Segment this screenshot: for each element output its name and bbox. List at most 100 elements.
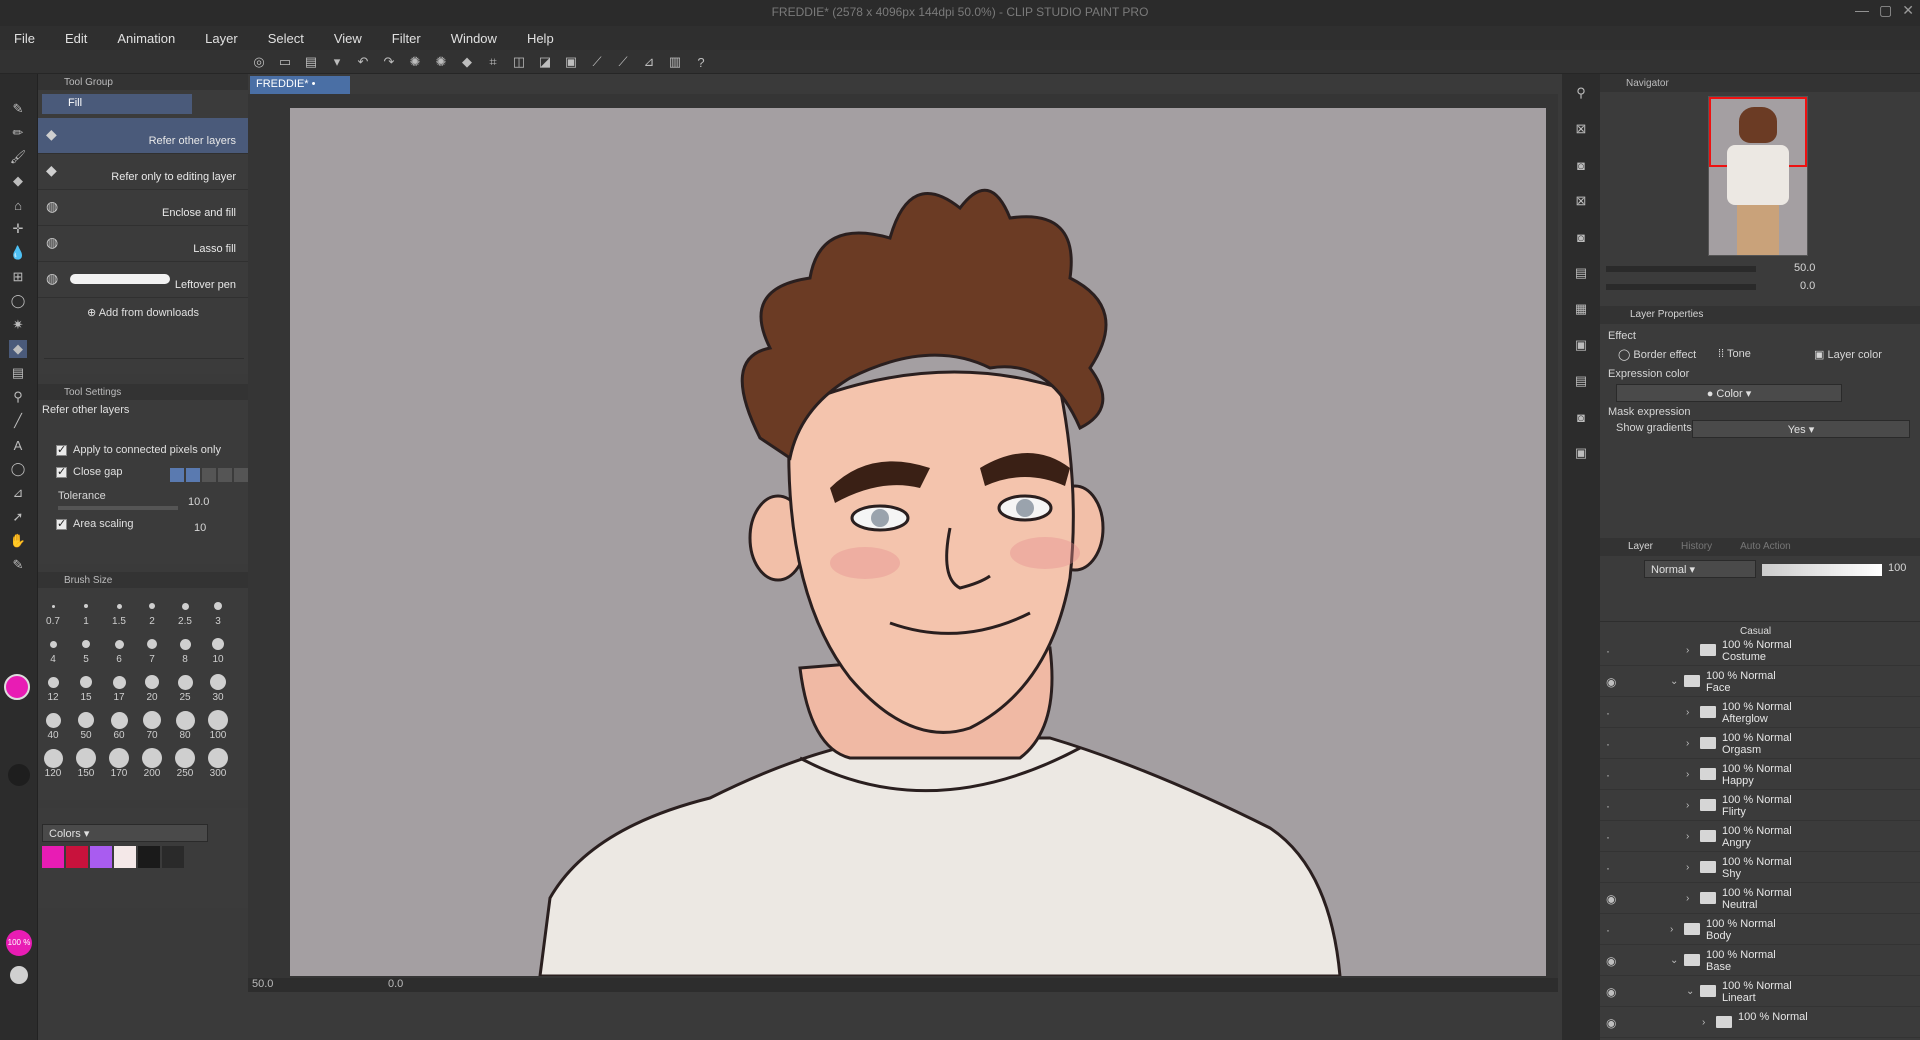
open-folder-icon[interactable]: ▤	[302, 53, 320, 71]
menu-layer[interactable]: Layer	[205, 31, 238, 46]
hand-icon[interactable]: ✋	[9, 532, 27, 550]
decoration-icon[interactable]: ⌂	[9, 196, 27, 214]
animation-cels-icon[interactable]: ▤	[1572, 264, 1590, 282]
subtool-refer-other-layers[interactable]: ◆ Refer other layers	[38, 118, 248, 154]
brush-size-preset[interactable]: 3	[203, 592, 233, 628]
menu-file[interactable]: File	[14, 31, 35, 46]
brush-size-preset[interactable]: 25	[170, 668, 200, 704]
area-scaling-value[interactable]: 10	[194, 522, 206, 534]
search-icon[interactable]: ⚲	[1572, 84, 1590, 102]
menu-filter[interactable]: Filter	[392, 31, 421, 46]
layer-row[interactable]: ◉ ⌄ 100 % Normal Base	[1600, 946, 1920, 976]
color-history-icon[interactable]: ◙	[1572, 408, 1590, 426]
canvas[interactable]	[290, 108, 1546, 976]
brush-size-preset[interactable]: 6	[104, 630, 134, 666]
timeline-icon[interactable]: ◙	[1572, 228, 1590, 246]
brush-size-preset[interactable]: 2.5	[170, 592, 200, 628]
tolerance-slider[interactable]	[58, 506, 178, 510]
chevron-right-icon[interactable]: ›	[1686, 800, 1689, 811]
layer-row[interactable]: · › 100 % Normal Happy	[1600, 760, 1920, 790]
brush-size-preset[interactable]: 7	[137, 630, 167, 666]
layer-color-button[interactable]: ▣ Layer color	[1814, 348, 1882, 361]
eye-icon[interactable]: ◉	[1606, 1016, 1616, 1030]
redo-icon[interactable]: ↷	[380, 53, 398, 71]
brush-size-grid[interactable]: 0.7 1 1.5 2 2.5 3 4 5 6 7 8 10 12 15 17 20 25 30 40 50 60 70 8…	[38, 592, 238, 792]
chevron-down-icon[interactable]: ⌄	[1670, 955, 1678, 966]
sub-color-swatch[interactable]	[8, 764, 30, 786]
eye-icon[interactable]: ·	[1606, 706, 1610, 720]
text-icon[interactable]: A	[9, 436, 27, 454]
layer-row[interactable]: · › 100 % Normal Flirty	[1600, 791, 1920, 821]
eye-icon[interactable]: ·	[1606, 737, 1610, 751]
layer-opacity-slider[interactable]	[1762, 564, 1882, 576]
loading-icon[interactable]: ✺	[406, 53, 424, 71]
lasso-icon[interactable]: ◯	[9, 292, 27, 310]
help-icon[interactable]: ?	[692, 53, 710, 71]
minimize-icon[interactable]: —	[1855, 2, 1869, 19]
eye-icon[interactable]: ·	[1606, 799, 1610, 813]
operation-icon[interactable]: ✛	[9, 220, 27, 238]
brush-size-preset[interactable]: 0.7	[38, 592, 68, 628]
quick-access-icon[interactable]: ▣	[1572, 336, 1590, 354]
menu-window[interactable]: Window	[451, 31, 497, 46]
invert-selection-icon[interactable]: ◪	[536, 53, 554, 71]
ruler-icon[interactable]: ⊿	[9, 484, 27, 502]
eye-icon[interactable]: ◉	[1606, 985, 1616, 999]
gradient-icon[interactable]: ▤	[9, 364, 27, 382]
subtool-lasso-fill[interactable]: ◍ Lasso fill	[38, 226, 248, 262]
brush-size-preset[interactable]: 1.5	[104, 592, 134, 628]
brush-size-preset[interactable]: 70	[137, 706, 167, 742]
layer-row[interactable]: · › 100 % Normal Angry	[1600, 822, 1920, 852]
tab-auto-action[interactable]: Auto Action	[1740, 541, 1791, 553]
subtool-enclose-and-fill[interactable]: ◍ Enclose and fill	[38, 190, 248, 226]
tool-group-fill-tab[interactable]: Fill	[42, 94, 192, 114]
maximize-icon[interactable]: ▢	[1879, 2, 1892, 19]
chevron-down-icon[interactable]: ⌄	[1670, 676, 1678, 687]
tolerance-value[interactable]: 10.0	[188, 496, 209, 508]
brush-size-preset[interactable]: 15	[71, 668, 101, 704]
eye-icon[interactable]: ◉	[1606, 954, 1616, 968]
navigator-angle-value[interactable]: 0.0	[1800, 280, 1815, 292]
layer-opacity-value[interactable]: 100	[1888, 562, 1906, 574]
navigator-angle-slider[interactable]	[1606, 284, 1756, 290]
color-swatch[interactable]	[138, 846, 160, 868]
close-tab-icon[interactable]: •	[312, 78, 316, 90]
eye-icon[interactable]: ◉	[1606, 675, 1616, 689]
chevron-down-icon[interactable]: ⌄	[1686, 986, 1694, 997]
brush-size-preset[interactable]: 1	[71, 592, 101, 628]
subtool-leftover-pen[interactable]: ◍ Leftover pen	[38, 262, 248, 298]
layer-row[interactable]: · › 100 % Normal Body	[1600, 915, 1920, 945]
fill-icon[interactable]: ◆	[458, 53, 476, 71]
show-gradients-dropdown[interactable]: Yes ▾	[1692, 420, 1910, 438]
eye-icon[interactable]: ·	[1606, 830, 1610, 844]
tab-layer[interactable]: Layer	[1628, 541, 1653, 553]
brush-size-preset[interactable]: 60	[104, 706, 134, 742]
chevron-right-icon[interactable]: ›	[1670, 924, 1673, 935]
navigator-zoom-slider[interactable]	[1606, 266, 1756, 272]
brush-size-preset[interactable]: 250	[170, 744, 200, 780]
chevron-right-icon[interactable]: ›	[1686, 862, 1689, 873]
brush-size-preset[interactable]: 150	[71, 744, 101, 780]
brush-size-preset[interactable]: 40	[38, 706, 68, 742]
brush-icon[interactable]: 🖌	[9, 148, 27, 166]
sub-view-icon[interactable]: ◙	[1572, 156, 1590, 174]
chevron-right-icon[interactable]: ›	[1686, 893, 1689, 904]
menu-help[interactable]: Help	[527, 31, 554, 46]
pen-icon[interactable]: ✎	[9, 100, 27, 118]
book-icon[interactable]: ▤	[1572, 372, 1590, 390]
brush-size-preset[interactable]: 5	[71, 630, 101, 666]
layer-row[interactable]: ◉ › 100 % Normal Neutral	[1600, 884, 1920, 914]
line-icon[interactable]: ╱	[9, 412, 27, 430]
layer-row[interactable]: · › 100 % Normal Afterglow	[1600, 698, 1920, 728]
color-swatch[interactable]	[114, 846, 136, 868]
zoom-pen-icon[interactable]: ✎	[9, 556, 27, 574]
menu-animation[interactable]: Animation	[117, 31, 175, 46]
blend-icon[interactable]: 💧	[9, 244, 27, 262]
eye-icon[interactable]: ·	[1606, 768, 1610, 782]
save-icon[interactable]: ▾	[328, 53, 346, 71]
chevron-right-icon[interactable]: ›	[1686, 831, 1689, 842]
brush-size-preset[interactable]: 12	[38, 668, 68, 704]
close-icon[interactable]: ✕	[1902, 2, 1914, 19]
shortcut-settings-icon[interactable]: ▥	[666, 53, 684, 71]
zoom-readout[interactable]: 50.0	[252, 978, 273, 990]
